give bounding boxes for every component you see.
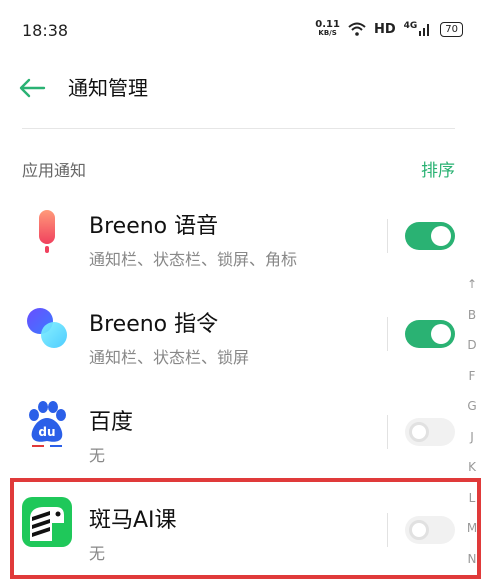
page-header: 通知管理 xyxy=(0,62,491,114)
net-speed-unit: KB/S xyxy=(318,29,337,37)
status-time: 18:38 xyxy=(22,21,69,40)
status-icons: 0.11 KB/S HD 4G 70 xyxy=(315,20,463,38)
svg-text:du: du xyxy=(38,425,55,439)
baidu-paw-icon: du xyxy=(29,401,66,447)
app-name: Breeno 指令 xyxy=(89,312,219,337)
net-speed-value: 0.11 xyxy=(315,19,340,30)
section-title: 应用通知 xyxy=(22,161,87,180)
app-name: Breeno 语音 xyxy=(89,214,219,239)
notification-toggle[interactable] xyxy=(405,418,455,446)
microphone-app-icon xyxy=(39,210,55,253)
toggle-knob xyxy=(409,422,429,442)
divider xyxy=(387,415,388,449)
toggle-knob xyxy=(431,226,451,246)
signal-icon xyxy=(419,24,430,36)
wifi-icon xyxy=(348,22,366,36)
index-letter[interactable]: D xyxy=(462,335,482,366)
hd-label: HD xyxy=(373,21,396,37)
app-row-breeno-command[interactable]: Breeno 指令 通知栏、状态栏、锁屏 xyxy=(0,286,491,382)
divider xyxy=(387,219,388,253)
index-letter[interactable]: B xyxy=(462,305,482,336)
network-type: 4G xyxy=(403,21,418,31)
divider xyxy=(387,317,388,351)
divider xyxy=(22,128,455,129)
page-title: 通知管理 xyxy=(68,76,148,100)
index-letter[interactable]: ↑ xyxy=(462,274,482,305)
app-desc: 通知栏、状态栏、锁屏、角标 xyxy=(89,250,298,269)
app-row-baidu[interactable]: du 百度 无 xyxy=(0,384,491,480)
notification-toggle[interactable] xyxy=(405,320,455,348)
net-speed: 0.11 KB/S xyxy=(315,20,340,38)
app-name: 百度 xyxy=(89,410,134,435)
sort-button[interactable]: 排序 xyxy=(421,156,455,181)
highlight-box xyxy=(10,478,481,579)
notification-toggle[interactable] xyxy=(405,222,455,250)
toggle-knob xyxy=(431,324,451,344)
app-desc: 通知栏、状态栏、锁屏 xyxy=(89,348,250,367)
battery-icon: 70 xyxy=(440,21,463,37)
back-arrow-icon[interactable] xyxy=(18,76,46,100)
status-bar: 18:38 0.11 KB/S HD 4G 70 xyxy=(0,0,491,62)
index-letter[interactable]: F xyxy=(462,366,482,397)
index-letter[interactable]: J xyxy=(462,427,482,458)
breeno-app-icon xyxy=(27,308,67,348)
index-letter[interactable]: G xyxy=(462,396,482,427)
app-desc: 无 xyxy=(89,446,106,465)
app-row-breeno-voice[interactable]: Breeno 语音 通知栏、状态栏、锁屏、角标 xyxy=(0,188,491,284)
